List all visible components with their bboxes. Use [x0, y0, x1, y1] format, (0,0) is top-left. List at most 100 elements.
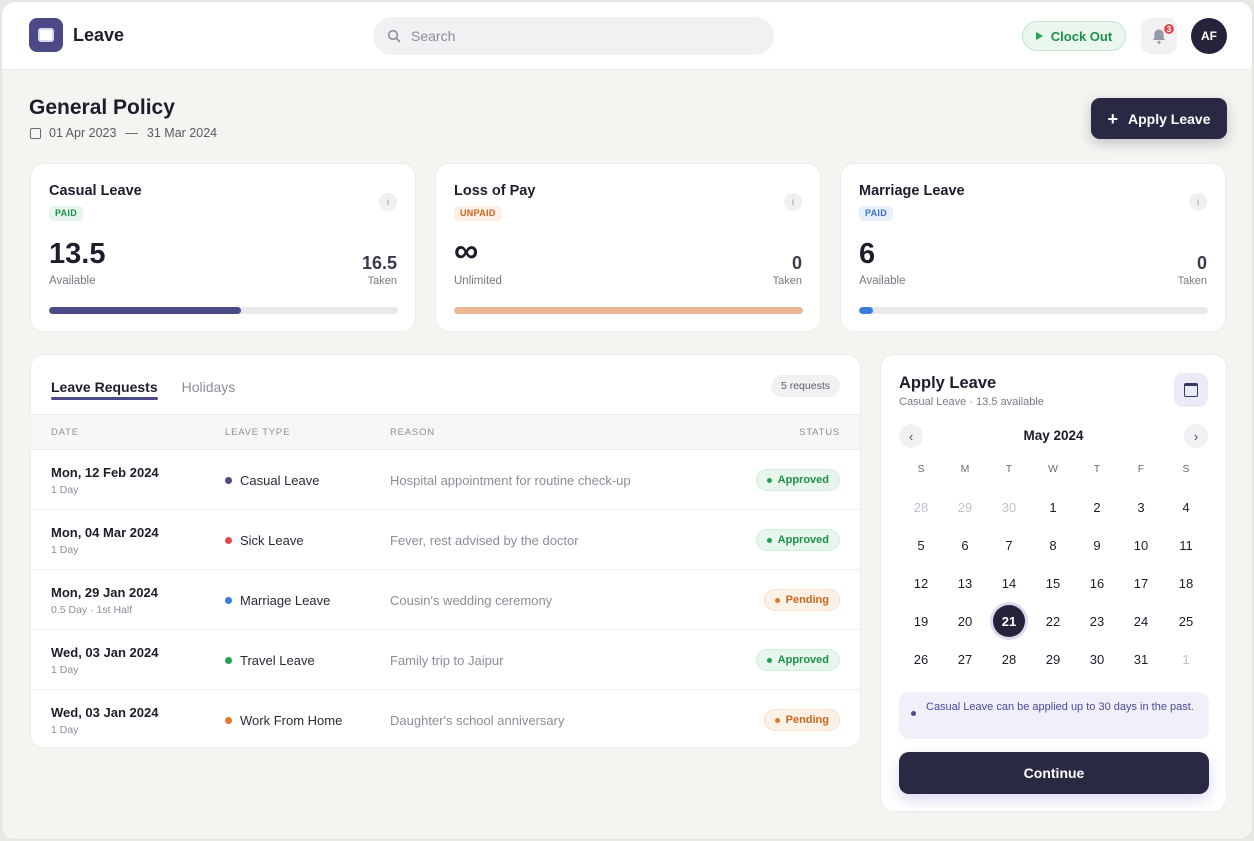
leave-card-taken: 0	[1196, 253, 1207, 273]
status-badge: Approved	[755, 649, 840, 671]
info-icon[interactable]: i	[1189, 193, 1207, 211]
calendar-day[interactable]: 30	[993, 491, 1025, 523]
continue-button[interactable]: Continue	[899, 752, 1209, 794]
info-icon[interactable]: i	[784, 193, 802, 211]
table-row[interactable]: Mon, 29 Jan 2024 0.5 Day · 1st Half Marria…	[31, 570, 860, 630]
leave-card-taken-label: Taken	[1177, 275, 1207, 287]
calendar-day[interactable]: 29	[949, 491, 981, 523]
calendar-day[interactable]: 1	[1037, 491, 1069, 523]
calendar-day[interactable]: 6	[949, 529, 981, 561]
requests-tabs: Leave Requests Holidays	[51, 355, 235, 414]
tab-leave-requests[interactable]: Leave Requests	[51, 355, 158, 414]
request-leave-type: Marriage Leave	[225, 593, 330, 608]
calendar-day[interactable]: 11	[1170, 529, 1202, 561]
policy-start-date: 01 Apr 2023	[49, 126, 117, 140]
calendar-day[interactable]: 26	[905, 643, 937, 675]
leave-type-dot	[225, 597, 232, 604]
calendar-day[interactable]: 15	[1037, 567, 1069, 599]
user-avatar[interactable]: AF	[1191, 18, 1227, 54]
leave-card-value: ∞	[454, 232, 479, 270]
calendar-day[interactable]: 19	[905, 605, 937, 637]
requests-count-badge: 5 requests	[770, 375, 840, 397]
tab-holidays[interactable]: Holidays	[182, 355, 236, 414]
table-row[interactable]: Mon, 04 Mar 2024 1 Day Sick Leave Fever, re…	[31, 510, 860, 570]
info-icon[interactable]: i	[379, 193, 397, 211]
leave-card-value: 13.5	[49, 238, 106, 270]
apply-leave-label: Apply Leave	[1128, 110, 1211, 127]
leave-type-dot	[225, 657, 232, 664]
notifications-button[interactable]: 3	[1141, 18, 1177, 54]
leave-card-value-label: Available	[49, 275, 96, 287]
leave-progress-fill	[454, 307, 803, 314]
calendar-day[interactable]: 1	[1170, 643, 1202, 675]
status-badge: Approved	[755, 469, 840, 491]
calendar-day[interactable]: 22	[1037, 605, 1069, 637]
leave-progress-track	[454, 307, 803, 314]
leave-progress-track	[859, 307, 1208, 314]
leave-card-badge: UNPAID	[454, 206, 502, 221]
app-title: Leave	[73, 25, 125, 45]
weekday-label: T	[1005, 463, 1013, 475]
request-date: Wed, 03 Jan 2024	[51, 645, 159, 660]
calendar-day[interactable]: 28	[993, 643, 1025, 675]
plus-icon: +	[1107, 108, 1119, 129]
calendar-day[interactable]: 4	[1170, 491, 1202, 523]
table-row[interactable]: Mon, 12 Feb 2024 1 Day Casual Leave Hospita…	[31, 450, 860, 510]
request-leave-type: Casual Leave	[225, 473, 320, 488]
apply-leave-button[interactable]: + Apply Leave	[1091, 98, 1227, 139]
leave-card-title: Marriage Leave	[859, 183, 965, 199]
calendar-day-selected[interactable]: 21	[993, 605, 1025, 637]
search-bar[interactable]	[373, 17, 774, 55]
leave-type-label: Casual Leave	[240, 473, 320, 488]
page-title: General Policy	[29, 96, 175, 119]
table-row[interactable]: Wed, 03 Jan 2024 1 Day Work From Home Daugh…	[31, 690, 860, 747]
calendar-day[interactable]: 24	[1125, 605, 1157, 637]
calendar-day[interactable]: 2	[1081, 491, 1113, 523]
next-month-button[interactable]: ›	[1184, 424, 1208, 448]
calendar-day[interactable]: 18	[1170, 567, 1202, 599]
calendar-day[interactable]: 12	[905, 567, 937, 599]
leave-card-loss-of-pay[interactable]: Loss of Pay UNPAID i ∞ Unlimited 0 Taken	[435, 163, 821, 332]
leave-card-marriage[interactable]: Marriage Leave PAID i 6 Available 0 Take…	[840, 163, 1226, 332]
calendar-day[interactable]: 7	[993, 529, 1025, 561]
calendar-day[interactable]: 14	[993, 567, 1025, 599]
column-header-status: STATUS	[799, 427, 840, 438]
request-reason: Hospital appointment for routine check-u…	[390, 473, 631, 488]
calendar-day[interactable]: 28	[905, 491, 937, 523]
calendar-day[interactable]: 8	[1037, 529, 1069, 561]
policy-end-date: 31 Mar 2024	[146, 126, 218, 140]
calendar-day[interactable]: 3	[1125, 491, 1157, 523]
date-separator: —	[125, 126, 138, 140]
calendar-day[interactable]: 30	[1081, 643, 1113, 675]
calendar-day[interactable]: 16	[1081, 567, 1113, 599]
leave-card-casual[interactable]: Casual Leave PAID i 13.5 Available 16.5 …	[30, 163, 416, 332]
status-badge: Approved	[755, 529, 840, 551]
calendar-day[interactable]: 20	[949, 605, 981, 637]
status-label: Approved	[777, 534, 829, 546]
search-input[interactable]	[411, 28, 741, 44]
weekday-label: T	[1093, 463, 1101, 475]
calendar-day[interactable]: 31	[1125, 643, 1157, 675]
table-row[interactable]: Wed, 03 Jan 2024 1 Day Travel Leave Family …	[31, 630, 860, 690]
calendar-month-label: May 2024	[1023, 428, 1084, 443]
calendar-day[interactable]: 9	[1081, 529, 1113, 561]
leave-requests-panel: Leave Requests Holidays 5 requests DATE …	[30, 354, 861, 748]
calendar-view-button[interactable]	[1174, 373, 1208, 407]
calendar-day[interactable]: 13	[949, 567, 981, 599]
calendar-day[interactable]: 27	[949, 643, 981, 675]
calendar-day[interactable]: 25	[1170, 605, 1202, 637]
request-date: Wed, 03 Jan 2024	[51, 705, 159, 720]
weekday-label: M	[960, 463, 970, 475]
calendar-day[interactable]: 17	[1125, 567, 1157, 599]
app-logo[interactable]	[29, 18, 63, 52]
calendar-day[interactable]: 5	[905, 529, 937, 561]
leave-type-dot	[225, 717, 232, 724]
calendar-day[interactable]: 29	[1037, 643, 1069, 675]
leave-type-label: Travel Leave	[240, 653, 315, 668]
clock-out-button[interactable]: Clock Out	[1022, 21, 1126, 51]
leave-card-value-label: Unlimited	[454, 275, 502, 287]
notification-count-badge: 3	[1163, 23, 1175, 35]
calendar-day[interactable]: 23	[1081, 605, 1113, 637]
calendar-day[interactable]: 10	[1125, 529, 1157, 561]
leave-card-taken: 16.5	[361, 253, 397, 273]
